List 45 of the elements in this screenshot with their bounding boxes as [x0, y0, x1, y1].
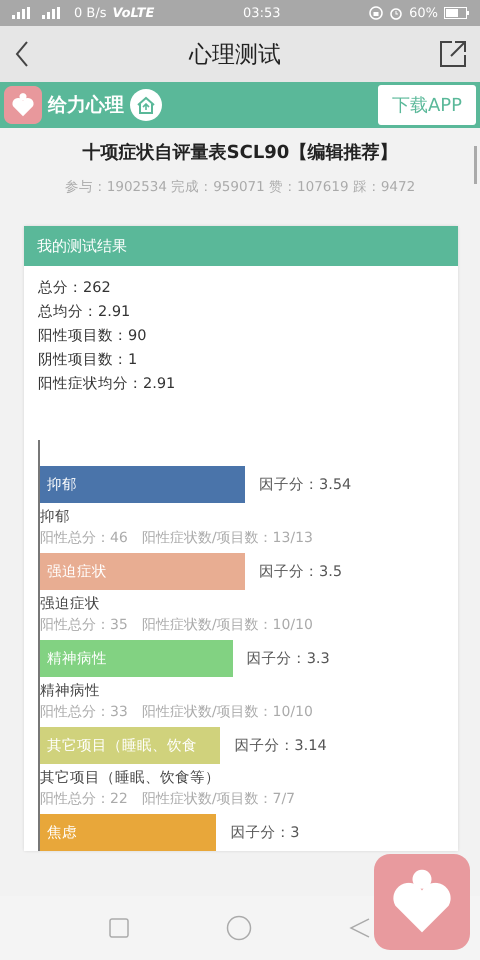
factor-score: 因子分：3.14 [234, 737, 327, 755]
recent-apps-icon[interactable] [108, 918, 129, 938]
card-header: 我的测试结果 [24, 226, 458, 266]
factor-score: 因子分：3.3 [246, 650, 330, 668]
share-icon[interactable] [440, 41, 466, 67]
battery-icon [444, 7, 470, 19]
page-title: 心理测试 [188, 40, 282, 70]
factor-score: 因子分：3 [230, 824, 300, 842]
test-title: 十项症状自评量表SCL90【编辑推荐】 [82, 141, 398, 164]
network-speed: 0 B/s [74, 6, 106, 20]
score-line: 总均分：2.91 [38, 303, 132, 322]
factor-bar: 其它项目（睡眠、饮食 [40, 727, 220, 764]
alarm-icon [389, 6, 404, 20]
home-button[interactable] [130, 89, 162, 121]
home-icon [136, 96, 156, 114]
brand-name: 给力心理 [48, 93, 124, 118]
factor-bar: 抑郁 [40, 466, 245, 503]
test-stats: 参与：1902534 完成：959071 赞：107619 踩：9472 [64, 178, 416, 196]
factor-name: 强迫症状 [40, 595, 101, 614]
scrollbar [474, 146, 477, 184]
factor-name: 其它项目（睡眠、饮食等） [40, 768, 221, 788]
score-line: 阳性项目数：90 [38, 327, 148, 346]
factor-detail: 阳性总分：33 阳性症状数/项目数：10/10 [40, 703, 314, 722]
floating-app-button[interactable] [374, 854, 470, 950]
factor-name: 抑郁 [40, 508, 71, 527]
score-line: 总分：262 [38, 279, 112, 298]
download-app-button[interactable]: 下载APP [378, 85, 476, 125]
rotation-lock-icon [369, 6, 384, 20]
clock: 03:53 [243, 6, 280, 20]
factor-bar: 焦虑 [40, 814, 216, 851]
factor-bar: 强迫症状 [40, 553, 245, 590]
home-nav-icon[interactable] [226, 915, 252, 941]
back-icon[interactable] [14, 40, 30, 68]
factor-detail: 阳性总分：46 阳性症状数/项目数：13/13 [40, 529, 314, 548]
factor-score: 因子分：3.54 [259, 476, 352, 494]
battery-percent: 60% [409, 6, 438, 20]
score-line: 阴性项目数：1 [38, 351, 138, 370]
factor-name: 精神病性 [40, 682, 101, 701]
back-nav-icon[interactable] [349, 917, 372, 939]
factor-bar: 精神病性 [40, 640, 233, 677]
factor-detail: 阳性总分：22 阳性症状数/项目数：7/7 [40, 790, 296, 809]
factor-score: 因子分：3.5 [259, 563, 342, 581]
factor-detail: 阳性总分：35 阳性症状数/项目数：10/10 [40, 616, 314, 635]
network-type: VoLTE [112, 6, 154, 20]
score-line: 阳性症状均分：2.91 [38, 375, 176, 394]
